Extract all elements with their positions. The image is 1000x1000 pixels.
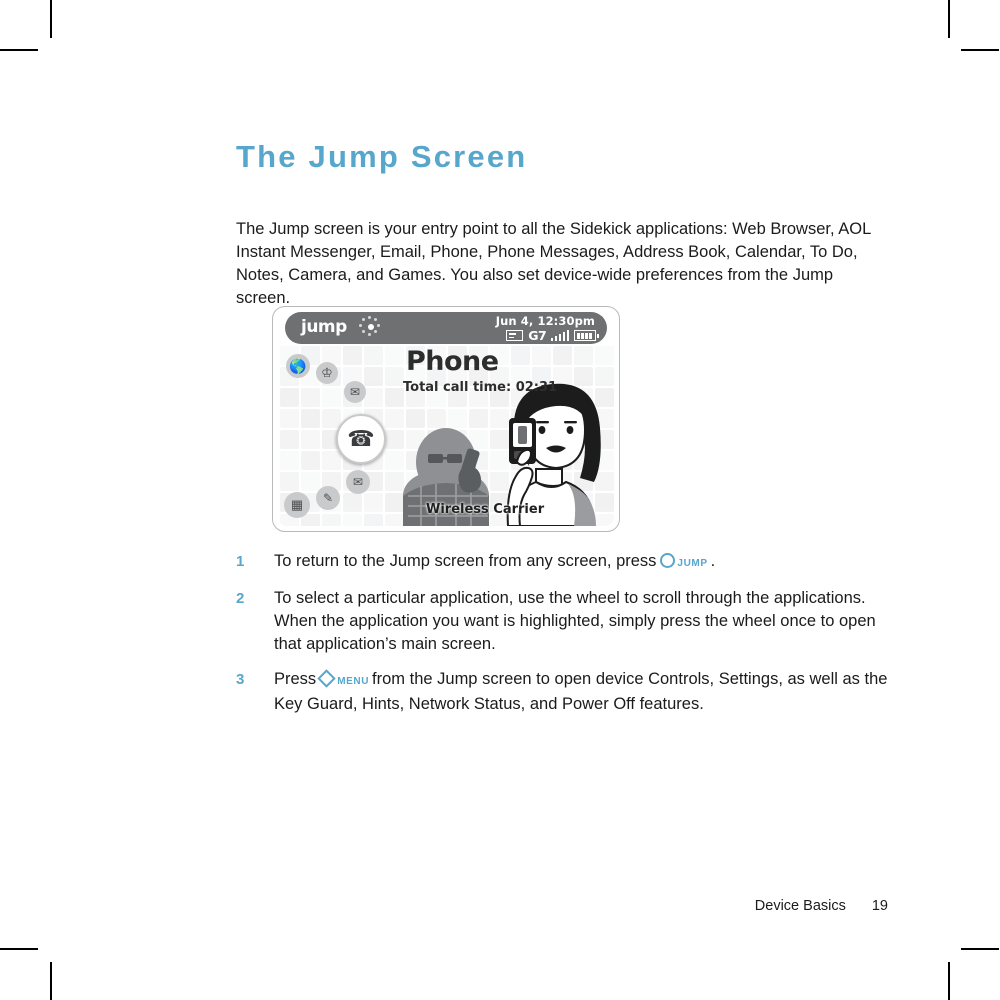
email-icon[interactable]: ✉ [344, 381, 366, 403]
step-number: 3 [236, 671, 245, 688]
page-title: The Jump Screen [236, 138, 528, 174]
intro-paragraph: The Jump screen is your entry point to a… [236, 219, 871, 307]
status-icon-group: G7 [506, 328, 599, 343]
step-number: 2 [236, 590, 245, 607]
diamond-key-icon [317, 669, 336, 688]
footer-section-label: Device Basics [754, 898, 846, 914]
status-datetime: Jun 4, 12:30pm [495, 314, 595, 328]
jump-logo-dots-icon [359, 316, 381, 338]
screen-app-subtitle: Total call time: 02:31 [403, 380, 558, 395]
battery-icon [574, 330, 599, 341]
phone-icon[interactable]: ☎ [336, 414, 386, 464]
device-screen-figure: jump Jun 4, 12:30pm G7 Phone Total call … [272, 306, 620, 532]
device-screen-body: (function(){ var g = document.currentScr… [278, 344, 614, 526]
aim-icon[interactable]: ♔ [316, 362, 338, 384]
circle-key-label: JUMP [677, 558, 708, 569]
step-3: 3 Press MENU from the Jump screen to open d… [236, 668, 896, 716]
device-statusbar: jump Jun 4, 12:30pm G7 [285, 312, 607, 344]
envelope-icon [506, 330, 524, 341]
step-text: To return to the Jump screen from any sc… [274, 552, 657, 570]
screen-app-title: Phone [406, 346, 499, 377]
step-text-after: . [710, 552, 716, 570]
jump-logo: jump [301, 317, 347, 337]
steps-list: 1 To return to the Jump screen from any s… [236, 550, 896, 728]
step-2: 2 To select a particular application, use… [236, 587, 896, 656]
calendar-icon[interactable]: ▦ [284, 492, 310, 518]
step-number: 1 [236, 553, 245, 570]
step-1: 1 To return to the Jump screen from any s… [236, 550, 896, 575]
circle-key-icon [660, 553, 676, 568]
notes-icon[interactable]: ✎ [316, 486, 340, 510]
gprs-icon: G7 [528, 328, 547, 343]
footer-page-number: 19 [871, 898, 888, 914]
diamond-key-label: MENU [337, 676, 370, 687]
phone-messages-icon[interactable]: ✉ [346, 470, 370, 494]
screen-carrier-label: Wireless Carrier [426, 502, 545, 517]
manual-page: The Jump Screen The Jump screen is your … [0, 0, 1000, 1000]
step-text: To select a particular application, use … [274, 589, 876, 653]
page-footer: Device Basics 19 [0, 898, 888, 914]
step-text: Press [274, 670, 317, 688]
web-browser-icon[interactable]: 🌎 [286, 354, 310, 378]
device-screen-inner: jump Jun 4, 12:30pm G7 Phone Total call … [278, 312, 614, 526]
signal-icon [551, 330, 569, 341]
